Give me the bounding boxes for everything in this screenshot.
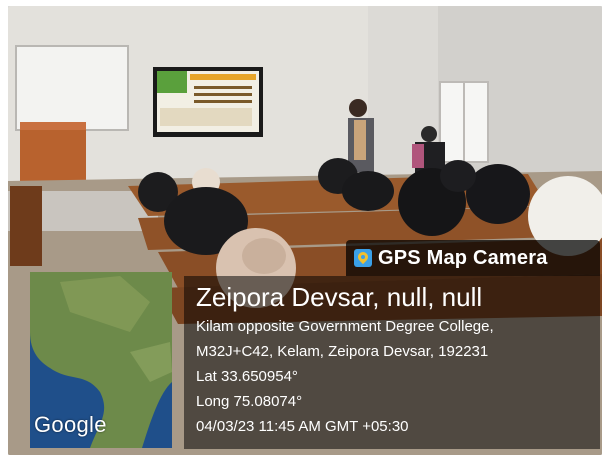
- map-thumbnail: Google: [30, 272, 172, 448]
- google-logo: Google: [34, 412, 107, 437]
- classroom-photo: Google GPS Map Camera Zeipora Devsar, nu…: [8, 6, 602, 455]
- timestamp: 04/03/23 11:45 AM GMT +05:30: [196, 418, 409, 435]
- gps-camera-badge: GPS Map Camera: [346, 240, 600, 276]
- address-line-2: M32J+C42, Kelam, Zeipora Devsar, 192231: [196, 343, 489, 360]
- app-name: GPS Map Camera: [378, 246, 548, 269]
- latitude: Lat 33.650954°: [196, 368, 298, 385]
- location-info-panel: Zeipora Devsar, null, null Kilam opposit…: [184, 276, 600, 449]
- address-line-1: Kilam opposite Government Degree College…: [196, 318, 494, 335]
- gps-map-camera-icon: [354, 249, 372, 267]
- longitude: Long 75.08074°: [196, 393, 303, 410]
- whiteboard: [15, 45, 129, 131]
- place-name: Zeipora Devsar, null, null: [196, 282, 483, 312]
- photo-frame: Google GPS Map Camera Zeipora Devsar, nu…: [0, 0, 608, 461]
